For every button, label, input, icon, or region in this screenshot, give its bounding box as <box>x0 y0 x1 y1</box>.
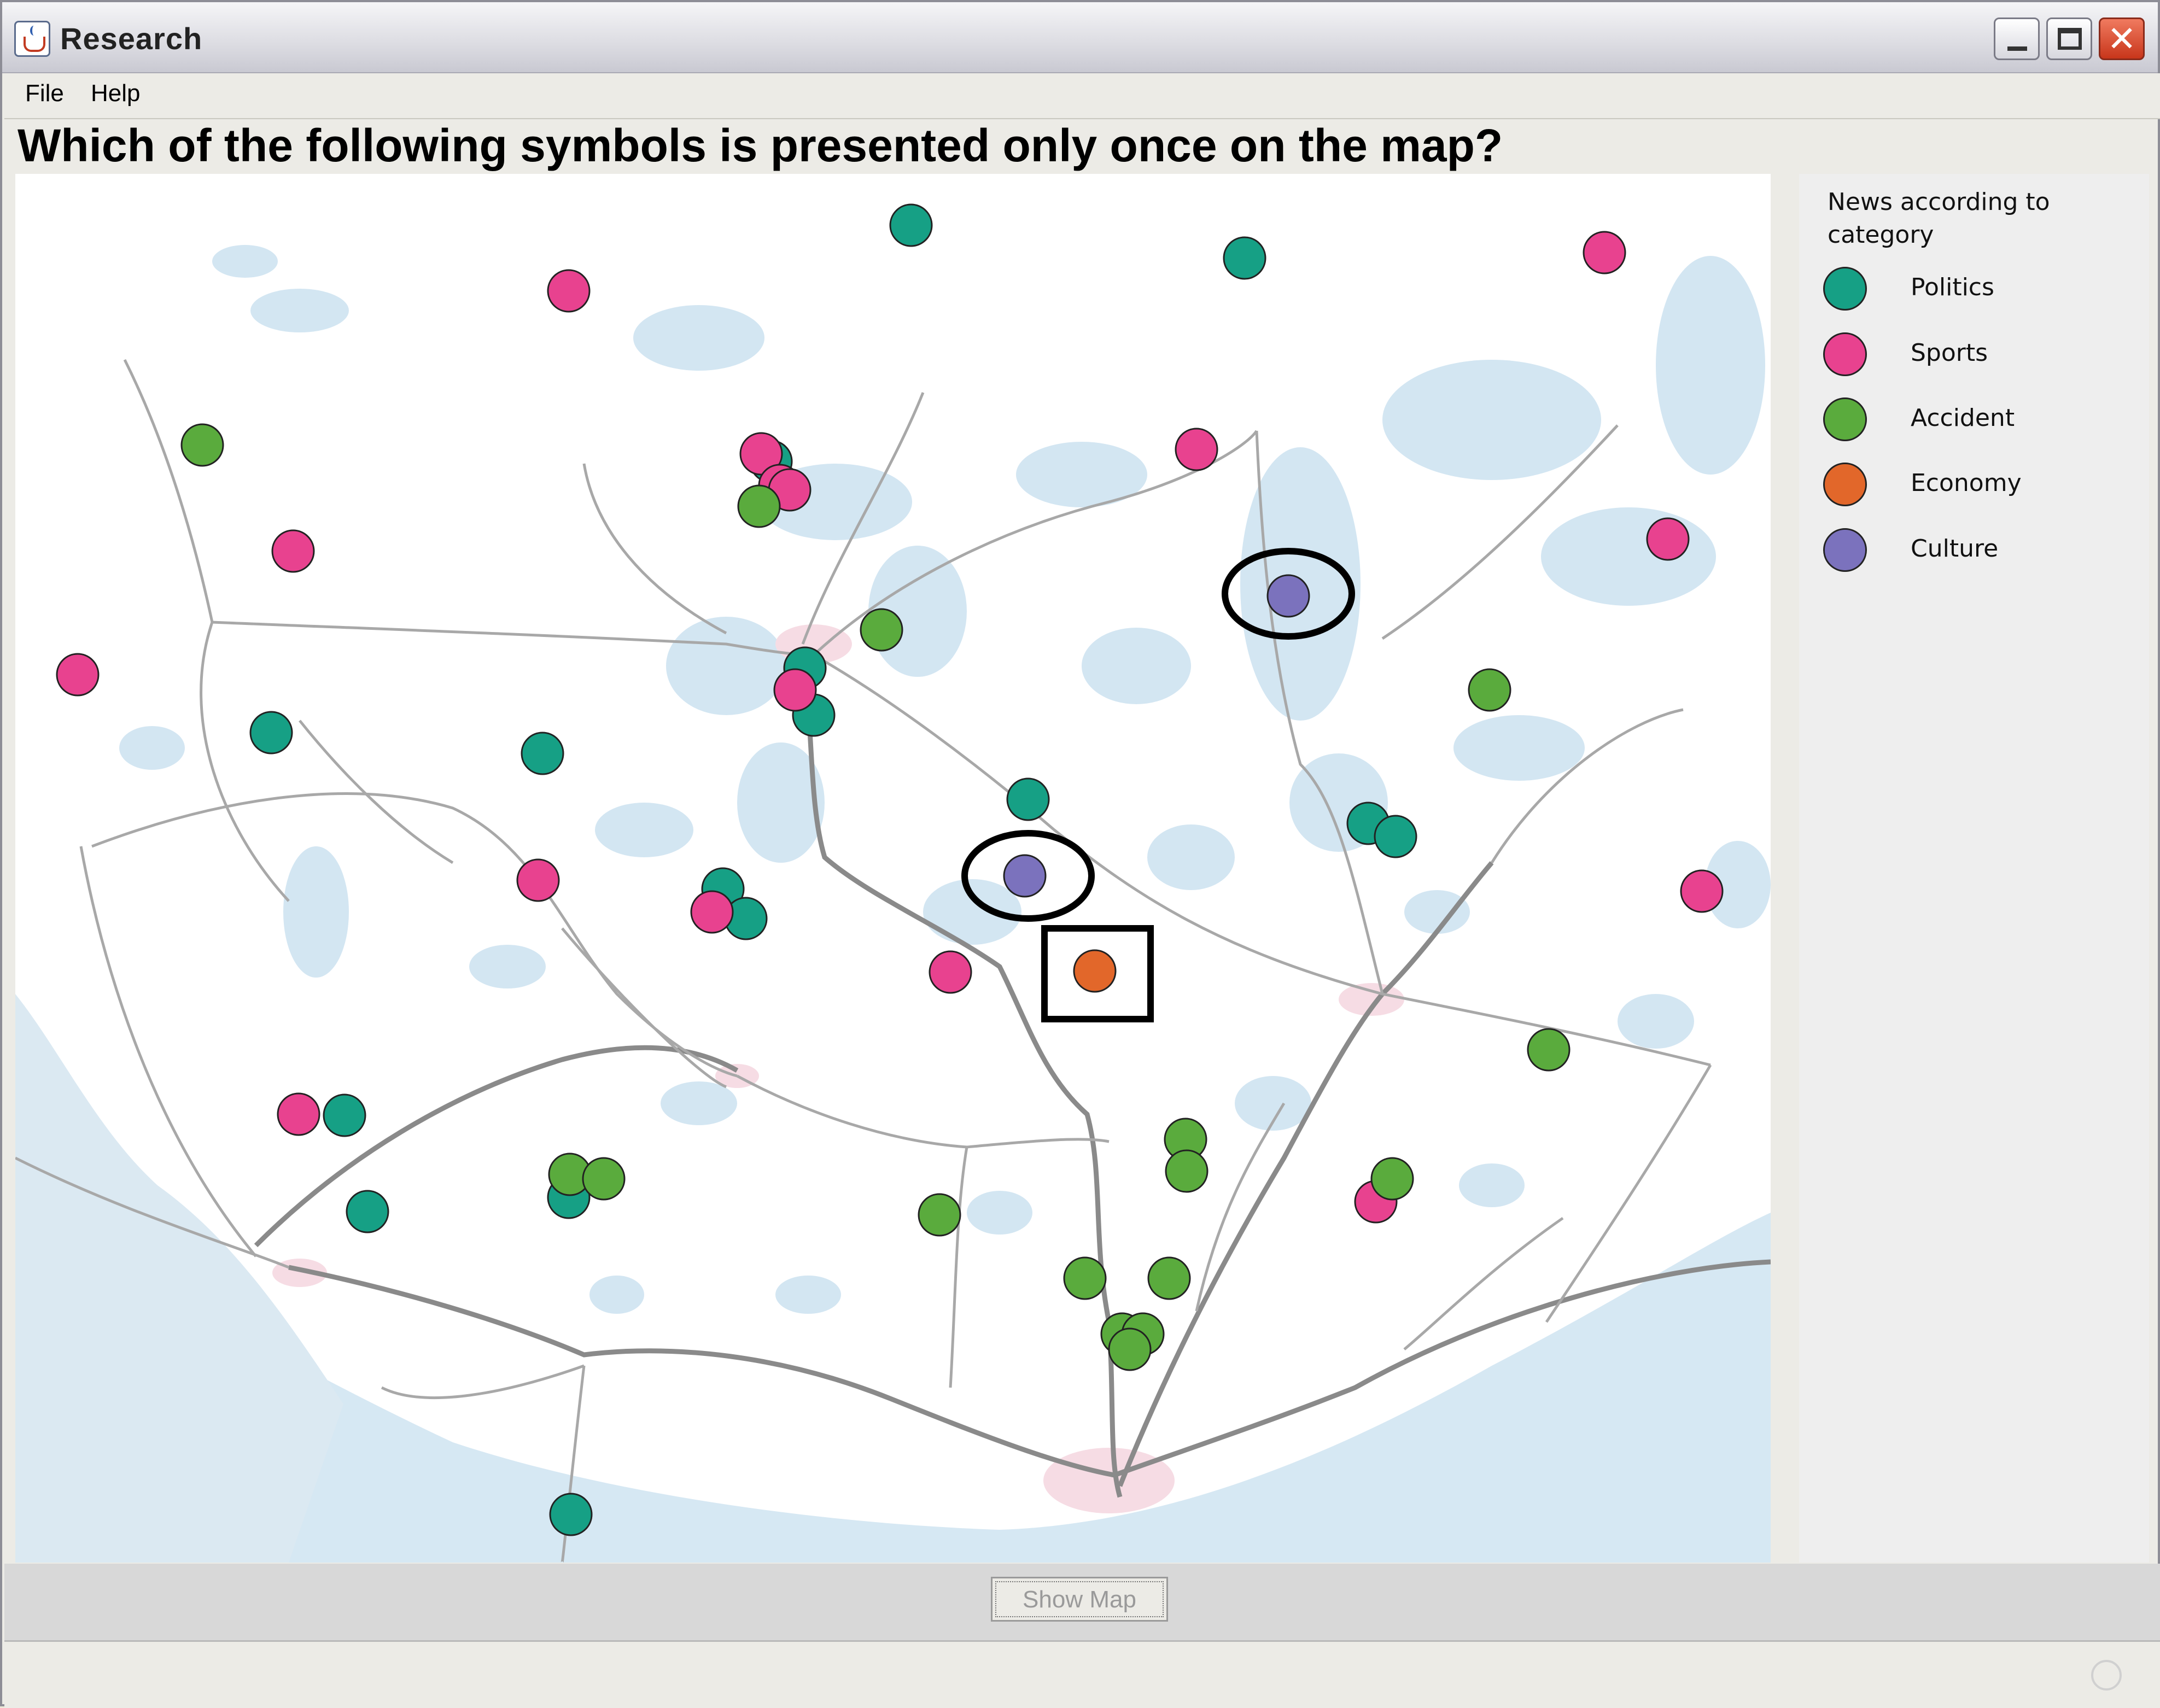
legend-title: News according to category <box>1828 188 2050 249</box>
accident-marker[interactable] <box>1370 1157 1414 1201</box>
sports-marker[interactable] <box>1175 428 1218 471</box>
sports-marker[interactable] <box>1583 231 1626 274</box>
culture-marker[interactable] <box>1266 574 1310 618</box>
title-bar[interactable]: Research ✕ <box>2 2 2158 73</box>
minimize-icon <box>2007 46 2027 51</box>
accident-marker[interactable] <box>860 608 903 652</box>
menu-bar: File Help <box>4 73 2160 119</box>
legend-label: Sports <box>1911 339 1988 367</box>
accident-marker[interactable] <box>1063 1256 1107 1300</box>
menu-file[interactable]: File <box>25 80 64 107</box>
accident-marker[interactable] <box>1165 1149 1209 1193</box>
sports-marker[interactable] <box>56 653 100 697</box>
legend-panel: News according to category Politics Spor… <box>1799 174 2149 1563</box>
politics-marker[interactable] <box>549 1493 593 1536</box>
maximize-button[interactable] <box>2046 17 2092 60</box>
sports-marker[interactable] <box>271 529 315 573</box>
map-canvas <box>15 203 1771 1563</box>
legend-item-politics: Politics <box>1823 267 2140 321</box>
politics-symbol-icon <box>1823 267 1867 311</box>
culture-marker[interactable] <box>1003 854 1047 898</box>
window-title: Research <box>60 21 203 56</box>
legend-label: Accident <box>1911 404 2015 432</box>
economy-symbol-icon <box>1823 463 1867 506</box>
politics-marker[interactable] <box>1006 777 1050 821</box>
legend-item-economy: Economy <box>1823 463 2140 517</box>
legend-item-culture: Culture <box>1823 528 2140 583</box>
accident-marker[interactable] <box>918 1193 961 1237</box>
economy-marker[interactable] <box>1073 949 1117 993</box>
close-icon: ✕ <box>2107 19 2136 60</box>
accident-marker[interactable] <box>1108 1327 1152 1371</box>
java-cup-icon <box>14 21 50 57</box>
accident-marker[interactable] <box>582 1157 626 1201</box>
busy-indicator-icon <box>2091 1660 2122 1691</box>
map-view[interactable] <box>15 174 1771 1563</box>
politics-marker[interactable] <box>1374 815 1417 858</box>
sports-marker[interactable] <box>1680 869 1724 913</box>
accident-symbol-icon <box>1823 397 1867 441</box>
accident-marker[interactable] <box>180 423 224 467</box>
legend-label: Economy <box>1911 469 2022 497</box>
status-bar <box>4 1640 2160 1708</box>
sports-marker[interactable] <box>929 950 972 994</box>
politics-marker[interactable] <box>249 711 293 754</box>
menu-help[interactable]: Help <box>91 80 141 107</box>
accident-marker[interactable] <box>1527 1028 1571 1072</box>
sports-marker[interactable] <box>773 668 817 712</box>
sports-symbol-icon <box>1823 332 1867 376</box>
sports-marker[interactable] <box>690 890 734 934</box>
legend-label: Culture <box>1911 535 1999 563</box>
sports-marker[interactable] <box>547 269 591 313</box>
question-text: Which of the following symbols is presen… <box>17 120 1503 171</box>
politics-marker[interactable] <box>521 732 564 775</box>
legend-item-sports: Sports <box>1823 332 2140 387</box>
politics-marker[interactable] <box>1223 236 1266 280</box>
minimize-button[interactable] <box>1994 17 2040 60</box>
legend-label: Politics <box>1911 273 1994 301</box>
sports-marker[interactable] <box>277 1092 320 1136</box>
culture-symbol-icon <box>1823 528 1867 572</box>
sports-marker[interactable] <box>516 858 560 902</box>
accident-marker[interactable] <box>1147 1256 1191 1300</box>
close-button[interactable]: ✕ <box>2099 17 2145 60</box>
politics-marker[interactable] <box>346 1190 389 1233</box>
politics-marker[interactable] <box>889 203 933 247</box>
research-window: Research ✕ File Help Which of the follow… <box>0 0 2160 1708</box>
maximize-icon <box>2058 28 2082 50</box>
sports-marker[interactable] <box>1646 517 1690 561</box>
accident-marker[interactable] <box>737 484 781 528</box>
politics-marker[interactable] <box>323 1093 366 1137</box>
show-map-button[interactable]: Show Map <box>991 1577 1168 1622</box>
legend-item-accident: Accident <box>1823 397 2140 452</box>
accident-marker[interactable] <box>1468 668 1511 712</box>
